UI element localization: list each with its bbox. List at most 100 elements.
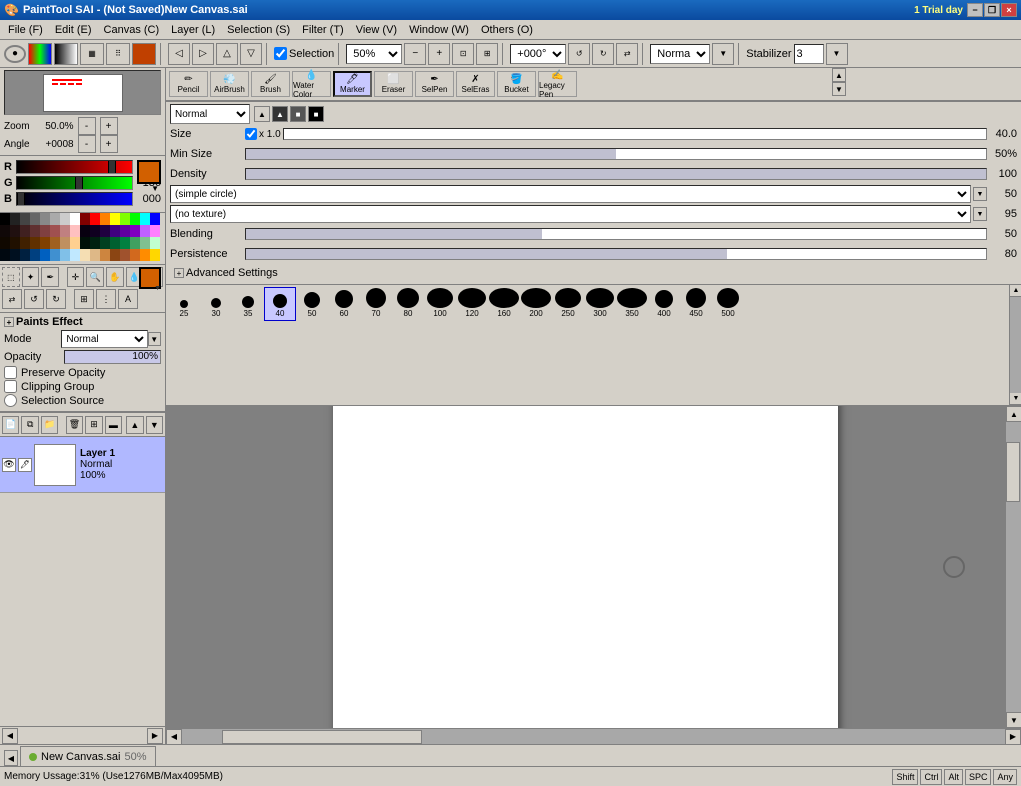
brush-size-35[interactable]: 35 [232,287,264,321]
brush-size-120[interactable]: 120 [456,287,488,321]
brush-blend-arrow-mid[interactable]: ▲ [272,106,288,122]
palette-cell[interactable] [30,249,40,261]
eraser-tool[interactable]: ⬜ Eraser [374,71,413,97]
brush-sizes-scroll-down[interactable]: ▼ [1010,393,1021,405]
flatten-button[interactable]: ▬ [105,416,122,434]
size-checkbox[interactable] [245,128,257,140]
vscroll-track[interactable] [1006,422,1021,712]
brush-sizes-scroll-up[interactable]: ▲ [1010,285,1021,297]
palette-cell[interactable] [80,249,90,261]
hand-tool[interactable]: ✋ [106,267,124,287]
color-dots-btn[interactable]: ⠿ [106,43,130,65]
palette-cell[interactable] [140,213,150,225]
hscroll-thumb[interactable] [222,730,422,744]
drawing-canvas[interactable] [333,406,838,728]
palette-cell[interactable] [40,249,50,261]
palette-cell[interactable] [140,237,150,249]
rotation-select[interactable]: +000° [510,44,566,64]
palette-cell[interactable] [50,237,60,249]
palette-cell[interactable] [60,225,70,237]
b-slider[interactable] [16,192,133,206]
menu-others[interactable]: Others (O) [475,23,539,37]
palette-cell[interactable] [20,237,30,249]
palette-cell[interactable] [140,249,150,261]
brush-size-250[interactable]: 250 [552,287,584,321]
shape-select[interactable]: (simple circle) [170,185,971,203]
blend-mode-select[interactable]: Normal [650,44,710,64]
advanced-settings-toggle[interactable]: + Advanced Settings [170,265,1017,281]
min-size-slider[interactable] [245,148,987,160]
density-slider[interactable] [245,168,987,180]
brush-size-200[interactable]: 200 [520,287,552,321]
palette-cell[interactable] [120,249,130,261]
legacypen-tool[interactable]: ✍ Legacy Pen [538,71,577,97]
palette-cell[interactable] [10,249,20,261]
delete-layer-button[interactable]: 🗑 [66,416,83,434]
flip-button[interactable]: ⇄ [616,43,638,65]
restore-button[interactable]: ❐ [984,3,1000,17]
brush-tool[interactable]: 🖌 Brush [251,71,290,97]
palette-cell[interactable] [60,213,70,225]
palette-cell[interactable] [70,249,80,261]
palette-cell[interactable] [150,225,160,237]
palette-cell[interactable] [110,249,120,261]
palette-cell[interactable] [130,225,140,237]
rotate-left-tool[interactable]: ↺ [24,289,44,309]
bucket-tool[interactable]: 🪣 Bucket [497,71,536,97]
palette-cell[interactable] [110,237,120,249]
palette-cell[interactable] [70,237,80,249]
palette-cell[interactable] [100,225,110,237]
seleras-tool[interactable]: ✗ SelEras [456,71,495,97]
layer-visibility-toggle[interactable]: 👁 [2,458,16,472]
b-thumb[interactable] [17,192,25,206]
new-layer-button[interactable]: 📄 [2,416,19,434]
preserve-opacity-checkbox[interactable] [4,366,17,379]
watercolor-tool[interactable]: 💧 Water Color [292,71,331,97]
view-full-tool[interactable]: ⊞ [74,289,94,309]
r-slider[interactable] [16,160,133,174]
palette-cell[interactable] [70,225,80,237]
layer-lock-icon[interactable]: 🖊 [18,458,32,472]
brush-size-400[interactable]: 400 [648,287,680,321]
mode-dropdown-arrow[interactable]: ▼ [148,332,161,346]
palette-cell[interactable] [10,237,20,249]
color-mode-circle[interactable]: ● [4,45,26,63]
selection-source-radio[interactable] [4,394,17,407]
nav-btn-2[interactable]: ▷ [192,43,214,65]
canvas-main[interactable] [166,406,1005,728]
palette-cell[interactable] [50,249,60,261]
nav-btn-3[interactable]: △ [216,43,238,65]
brush-blend-mode-select[interactable]: Normal [170,104,250,124]
r-thumb[interactable] [108,160,116,174]
color-gradient-btn[interactable] [54,43,78,65]
layers-scroll-down[interactable]: ▼ [146,416,163,434]
rotate-right-tool[interactable]: ↻ [46,289,66,309]
palette-cell[interactable] [80,213,90,225]
zoom-increase-button[interactable]: + [100,117,118,135]
g-slider[interactable] [16,176,133,190]
brush-size-100[interactable]: 100 [424,287,456,321]
copy-layer-button[interactable]: ⧉ [21,416,38,434]
palette-cell[interactable] [110,225,120,237]
zoom-decrease-button[interactable]: - [78,117,96,135]
menu-layer[interactable]: Layer (L) [165,23,221,37]
palette-cell[interactable] [0,249,10,261]
menu-filter[interactable]: Filter (T) [296,23,350,37]
brush-size-40[interactable]: 40 [264,287,296,321]
brush-size-70[interactable]: 70 [360,287,392,321]
brush-size-350[interactable]: 350 [616,287,648,321]
nav-btn-4[interactable]: ▽ [240,43,262,65]
palette-cell[interactable] [140,225,150,237]
palette-cell[interactable] [20,249,30,261]
palette-cell[interactable] [40,237,50,249]
scroll-up-button[interactable]: ▲ [1006,406,1021,422]
brush-size-160[interactable]: 160 [488,287,520,321]
scroll-right-button[interactable]: ▶ [1005,729,1021,745]
grid-tool[interactable]: ⋮ [96,289,116,309]
palette-cell[interactable] [30,213,40,225]
zoom-reset-button[interactable]: ⊡ [452,43,474,65]
shape-dropdown-btn[interactable]: ▼ [973,187,987,201]
palette-cell[interactable] [80,225,90,237]
airbrush-tool[interactable]: 💨 AirBrush [210,71,249,97]
texture-select[interactable]: (no texture) [170,205,971,223]
